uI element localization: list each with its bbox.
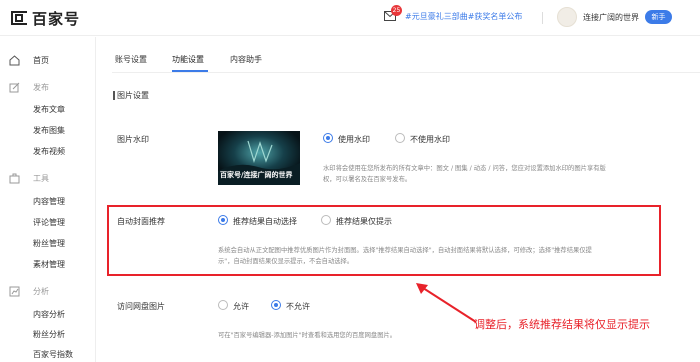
netdisk-allow-label[interactable]: 允许	[233, 301, 249, 312]
watermark-off-label[interactable]: 不使用水印	[410, 134, 450, 145]
watermark-label: 图片水印	[117, 135, 149, 144]
logo-text: 百家号	[32, 9, 81, 28]
toolbox-icon	[9, 173, 20, 184]
sidebar-item-content-analysis[interactable]: 内容分析	[33, 309, 65, 320]
sidebar-item-publish-gallery[interactable]: 发布图集	[33, 125, 65, 136]
sidebar-group-tools: 工具	[33, 174, 49, 183]
edit-icon	[9, 82, 20, 93]
avatar[interactable]	[557, 7, 577, 27]
sidebar-item-publish-video[interactable]: 发布视频	[33, 146, 65, 157]
tab-feature-settings[interactable]: 功能设置	[172, 54, 204, 65]
netdisk-description: 可在"百家号编辑器-添加图片"时查看和选用您的百度网盘图片。	[218, 332, 397, 339]
watermark-on-label[interactable]: 使用水印	[338, 134, 370, 145]
tab-content-assistant[interactable]: 内容助手	[230, 54, 262, 65]
netdisk-deny-label[interactable]: 不允许	[286, 301, 310, 312]
annotation-arrow-icon	[416, 283, 477, 323]
top-header: 百家号 25 #元旦豪礼三部曲#获奖名单公布 连接广阔的世界 新手	[0, 0, 700, 36]
sidebar-item-bjh-index[interactable]: 百家号指数	[33, 349, 73, 360]
sidebar-group-publish: 发布	[33, 83, 49, 92]
sidebar-item-home[interactable]: 首页	[33, 55, 49, 66]
sidebar-item-content-management[interactable]: 内容管理	[33, 196, 65, 207]
mail-count-badge: 25	[391, 5, 402, 16]
section-marker	[113, 91, 115, 100]
watermark-on-radio[interactable]	[323, 133, 333, 143]
highlight-box	[107, 205, 661, 276]
analytics-icon	[9, 286, 20, 297]
annotation-text: 调整后，系统推荐结果将仅显示提示	[474, 318, 650, 331]
watermark-description-1: 水印将会使用在您所发布的所有文章中：图文 / 图集 / 动态 / 问答，您应对设…	[323, 165, 606, 172]
section-title: 图片设置	[117, 91, 149, 100]
netdisk-label: 访问网盘图片	[117, 302, 165, 311]
sidebar-item-fans-analysis[interactable]: 粉丝分析	[33, 329, 65, 340]
username[interactable]: 连接广阔的世界	[583, 12, 639, 23]
sidebar-item-material-management[interactable]: 素材管理	[33, 259, 65, 270]
tab-account-settings[interactable]: 账号设置	[115, 54, 147, 65]
announcement-link[interactable]: #元旦豪礼三部曲#获奖名单公布	[405, 11, 522, 22]
watermark-preview-text: 百家号/连接广阔的世界	[220, 171, 293, 179]
sidebar-item-publish-article[interactable]: 发布文章	[33, 104, 65, 115]
sidebar-item-comment-management[interactable]: 评论管理	[33, 217, 65, 228]
netdisk-deny-radio[interactable]	[271, 300, 281, 310]
watermark-preview-image: 百家号/连接广阔的世界	[218, 131, 300, 185]
sidebar-group-analysis: 分析	[33, 287, 49, 296]
new-user-badge[interactable]: 新手	[645, 10, 672, 24]
baijiahao-logo-icon	[11, 11, 27, 25]
tabs-divider	[112, 72, 700, 73]
logo[interactable]: 百家号	[10, 8, 80, 28]
netdisk-allow-radio[interactable]	[218, 300, 228, 310]
watermark-description-2: 权，可以署名及在百家号发布。	[323, 176, 412, 183]
watermark-off-radio[interactable]	[395, 133, 405, 143]
home-icon	[9, 55, 20, 66]
sidebar-item-fans-management[interactable]: 粉丝管理	[33, 238, 65, 249]
active-tab-indicator	[172, 70, 208, 72]
header-divider	[542, 12, 543, 24]
